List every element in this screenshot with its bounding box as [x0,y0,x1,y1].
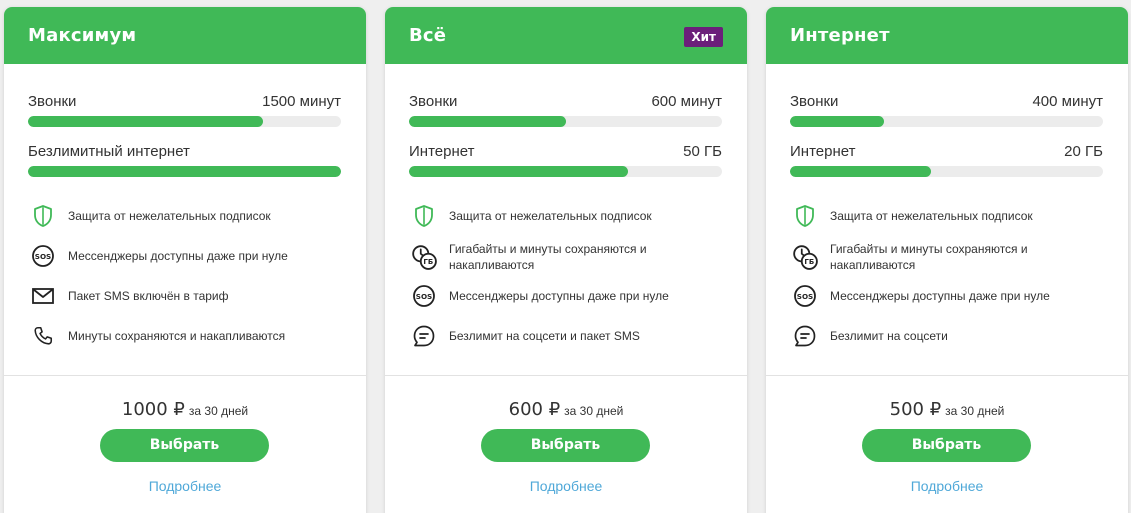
meter-fill [28,116,263,127]
envelope-icon [30,283,56,309]
meter-bar [28,116,341,127]
card-header: Всё Хит [385,7,747,64]
price-amount: 600 ₽ [508,399,561,420]
price-amount: 1000 ₽ [121,399,185,420]
feature-item: Гигабайты и минуты сохраняются и накапли… [411,241,659,273]
meter-bar [409,166,722,177]
divider [4,375,366,376]
feature-item: Мессенджеры доступны даже при нуле [792,283,1060,309]
feature-item: Мессенджеры доступны даже при нуле [30,243,298,269]
feature-item: Безлимит на соцсети и пакет SMS [411,323,679,349]
select-button[interactable]: Выбрать [100,429,269,462]
tariff-card-internet: Интернет Звонки 400 минут Интернет 20 ГБ… [766,7,1128,513]
feature-text: Мессенджеры доступны даже при нуле [449,289,669,303]
feature-text: Пакет SMS включён в тариф [68,289,229,303]
feature-text: Безлимит на соцсети и пакет SMS [449,329,640,343]
meter-value: 50 ГБ [683,143,722,160]
meter-label: Звонки [409,93,458,110]
price-period: за 30 дней [564,404,624,418]
feature-text: Защита от нежелательных подписок [449,209,652,223]
sos-icon [411,283,437,309]
meter-value: 600 минут [651,93,722,110]
divider [385,375,747,376]
feature-item: Защита от нежелательных подписок [792,203,1060,229]
tariff-card-all: Всё Хит Звонки 600 минут Интернет 50 ГБ … [385,7,747,513]
feature-text: Защита от нежелательных подписок [68,209,271,223]
meter-fill [409,116,566,127]
chat-icon [792,323,818,349]
chat-icon [411,323,437,349]
internet-meter: Интернет 20 ГБ [790,143,1103,177]
feature-text: Мессенджеры доступны даже при нуле [68,249,288,263]
sos-icon [792,283,818,309]
meter-fill [28,166,341,177]
rollover-icon [411,244,437,270]
meter-value: 20 ГБ [1064,143,1103,160]
feature-item: Защита от нежелательных подписок [30,203,298,229]
feature-text: Мессенджеры доступны даже при нуле [830,289,1050,303]
details-link[interactable]: Подробнее [385,478,747,494]
details-link[interactable]: Подробнее [4,478,366,494]
sos-icon [30,243,56,269]
shield-icon [30,203,56,229]
hit-badge: Хит [684,27,723,47]
details-link[interactable]: Подробнее [766,478,1128,494]
tariff-card-maximum: Максимум Звонки 1500 минут Безлимитный и… [4,7,366,513]
feature-text: Безлимит на соцсети [830,329,948,343]
price-amount: 500 ₽ [889,399,942,420]
meter-bar [790,116,1103,127]
select-button[interactable]: Выбрать [862,429,1031,462]
meter-label: Звонки [28,93,77,110]
meter-bar [790,166,1103,177]
calls-meter: Звонки 400 минут [790,93,1103,127]
price-period: за 30 дней [188,404,249,418]
feature-item: Мессенджеры доступны даже при нуле [411,283,679,309]
meter-bar [409,116,722,127]
feature-item: Защита от нежелательных подписок [411,203,679,229]
internet-meter: Безлимитный интернет [28,143,341,177]
price: 600 ₽ за 30 дней [385,399,747,420]
feature-text: Гигабайты и минуты сохраняются и накапли… [830,242,1028,272]
select-button[interactable]: Выбрать [481,429,650,462]
meter-label: Интернет [790,143,856,160]
price-period: за 30 дней [945,404,1005,418]
meter-bar [28,166,341,177]
tariff-title: Всё [409,25,447,46]
meter-label: Звонки [790,93,839,110]
divider [766,375,1128,376]
phone-icon [30,323,56,349]
meter-fill [790,116,884,127]
tariff-title: Интернет [790,25,890,46]
internet-meter: Интернет 50 ГБ [409,143,722,177]
meter-value: 1500 минут [262,93,341,110]
feature-item: Минуты сохраняются и накапливаются [30,323,298,349]
feature-text: Минуты сохраняются и накапливаются [68,329,286,343]
feature-text: Гигабайты и минуты сохраняются и накапли… [449,242,647,272]
meter-fill [790,166,931,177]
feature-item: Пакет SMS включён в тариф [30,283,298,309]
shield-icon [411,203,437,229]
calls-meter: Звонки 1500 минут [28,93,341,127]
meter-fill [409,166,629,177]
price: 500 ₽ за 30 дней [766,399,1128,420]
card-header: Максимум [4,7,366,64]
price: 1000 ₽ за 30 дней [4,399,366,420]
feature-item: Гигабайты и минуты сохраняются и накапли… [792,241,1040,273]
feature-item: Безлимит на соцсети [792,323,1060,349]
feature-text: Защита от нежелательных подписок [830,209,1033,223]
meter-value: 400 минут [1032,93,1103,110]
tariff-title: Максимум [28,25,137,46]
meter-label: Интернет [409,143,475,160]
calls-meter: Звонки 600 минут [409,93,722,127]
meter-label: Безлимитный интернет [28,143,190,160]
shield-icon [792,203,818,229]
rollover-icon [792,244,818,270]
card-header: Интернет [766,7,1128,64]
